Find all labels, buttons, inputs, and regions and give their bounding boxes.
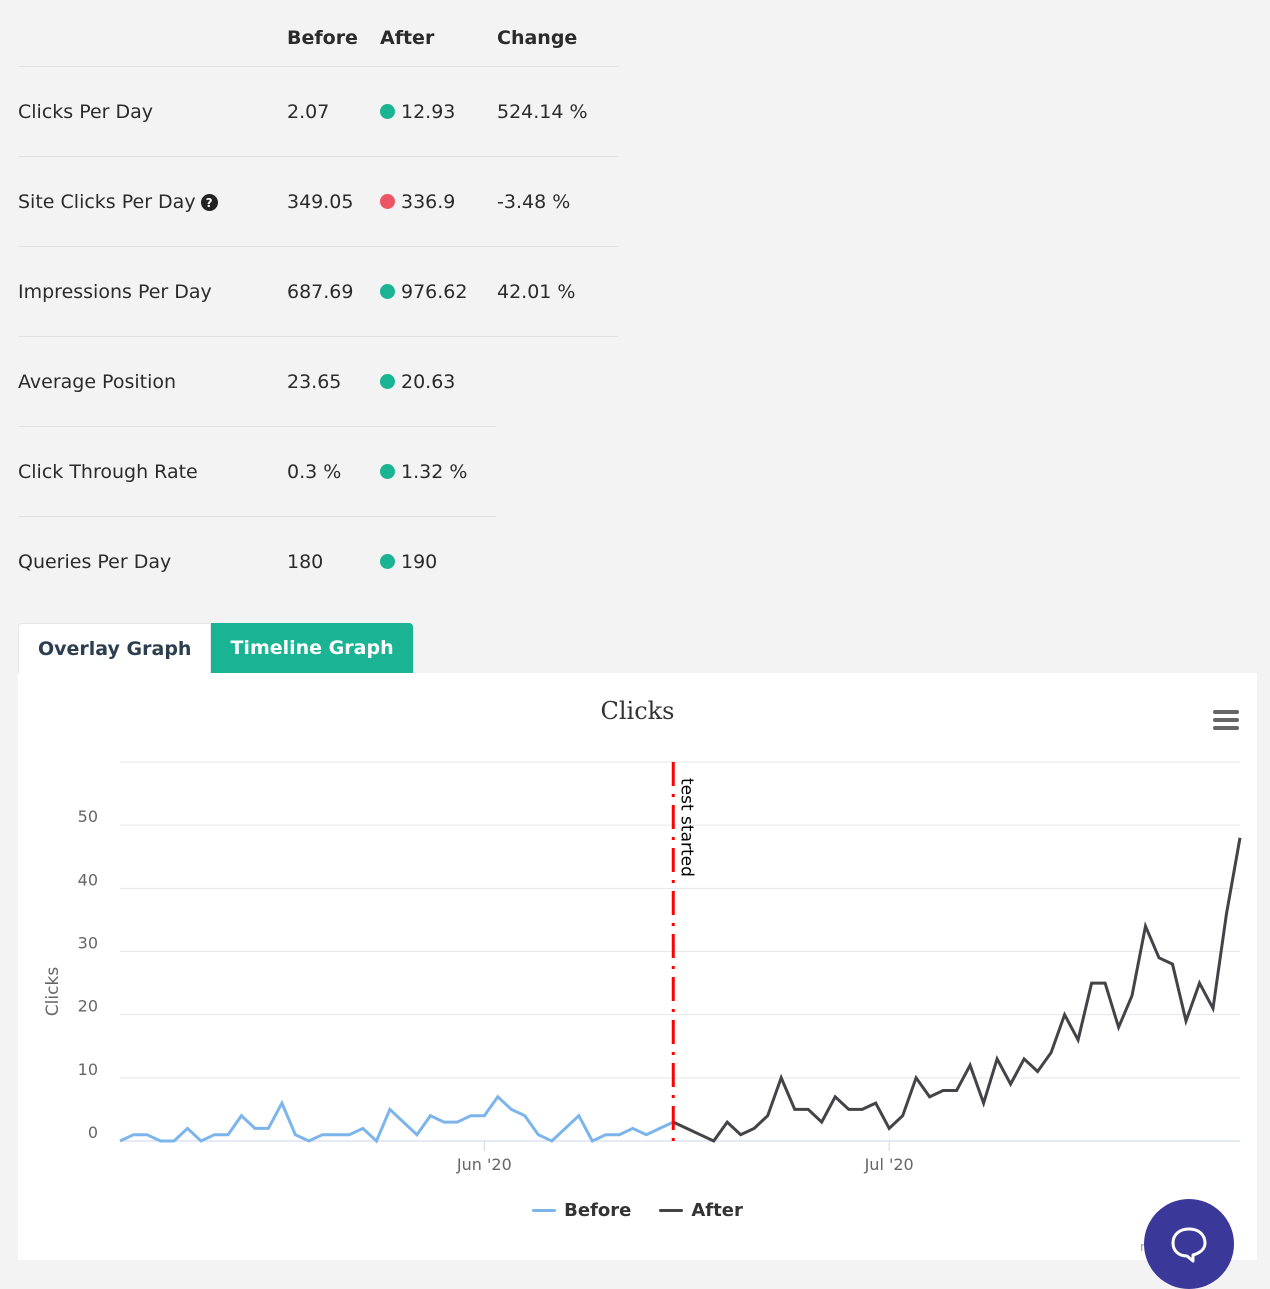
metric-after-value: 20.63 <box>401 371 455 393</box>
metric-label-text: Site Clicks Per Day <box>18 191 196 213</box>
tab-timeline-graph[interactable]: Timeline Graph <box>211 623 412 673</box>
legend-label-before: Before <box>564 1200 631 1221</box>
test-started-label: test started <box>676 778 696 877</box>
metric-change: 42.01 % <box>497 281 576 303</box>
metric-label: Average Position <box>18 371 176 393</box>
y-tick-label: 30 <box>78 934 98 953</box>
metric-after-value: 12.93 <box>401 101 455 123</box>
metric-after: 336.9 <box>380 191 455 213</box>
y-tick-label: 10 <box>78 1060 98 1079</box>
header-before: Before <box>287 27 358 49</box>
y-axis-title: Clicks <box>43 967 63 1017</box>
metric-label: Queries Per Day <box>18 551 171 573</box>
status-dot <box>380 464 395 479</box>
status-dot <box>380 104 395 119</box>
metric-before: 23.65 <box>287 371 341 393</box>
metrics-table: Before After Change Clicks Per Day 2.07 12… <box>18 0 618 606</box>
metric-row: Click Through Rate 0.3 % 1.32 % <box>18 427 496 517</box>
y-tick-label: 40 <box>78 870 98 889</box>
metric-after: 12.93 <box>380 101 455 123</box>
metric-label-text: Clicks Per Day <box>18 101 153 123</box>
tab-overlay-graph[interactable]: Overlay Graph <box>18 623 211 673</box>
metric-row: Queries Per Day 180 190 <box>18 517 496 606</box>
metric-after: 976.62 <box>380 281 467 303</box>
y-tick-label: 50 <box>78 807 98 826</box>
chat-launcher-button[interactable] <box>1144 1199 1234 1289</box>
metric-change: 524.14 % <box>497 101 588 123</box>
status-dot <box>380 284 395 299</box>
metric-label: Clicks Per Day <box>18 101 153 123</box>
series-line-after <box>673 838 1240 1141</box>
metric-before: 687.69 <box>287 281 353 303</box>
y-tick-label: 20 <box>78 997 98 1016</box>
status-dot <box>380 374 395 389</box>
status-dot <box>380 554 395 569</box>
header-after: After <box>380 27 434 49</box>
metric-change: -3.48 % <box>497 191 570 213</box>
speech-bubble-icon <box>1169 1224 1209 1264</box>
metric-label: Impressions Per Day <box>18 281 212 303</box>
question-circle-icon[interactable]: ? <box>201 194 218 211</box>
metric-row: Clicks Per Day 2.07 12.93 524.14 % <box>18 67 618 157</box>
legend-item-after[interactable]: After <box>659 1200 742 1221</box>
status-dot <box>380 194 395 209</box>
metric-before: 180 <box>287 551 323 573</box>
graph-tabs: Overlay Graph Timeline Graph <box>18 623 413 673</box>
legend-item-before[interactable]: Before <box>532 1200 631 1221</box>
metric-label-text: Impressions Per Day <box>18 281 212 303</box>
legend-label-after: After <box>691 1200 742 1221</box>
x-tick-label: Jul '20 <box>864 1155 914 1174</box>
metric-before: 0.3 % <box>287 461 341 483</box>
metric-row: Site Clicks Per Day? 349.05 336.9 -3.48 % <box>18 157 618 247</box>
metrics-header-row: Before After Change <box>18 0 618 67</box>
clicks-chart: Clicks 01020304050ClicksJun '20Jul '20te… <box>18 673 1257 1260</box>
y-tick-label: 0 <box>88 1123 98 1142</box>
legend-swatch-before <box>532 1209 556 1212</box>
chart-legend: Before After <box>18 1200 1257 1221</box>
metric-after: 20.63 <box>380 371 455 393</box>
metric-label-text: Queries Per Day <box>18 551 171 573</box>
metric-label-text: Average Position <box>18 371 176 393</box>
legend-swatch-after <box>659 1209 683 1212</box>
series-line-before <box>120 1097 673 1141</box>
metric-after-value: 976.62 <box>401 281 467 303</box>
metric-after: 190 <box>380 551 437 573</box>
metric-before: 349.05 <box>287 191 353 213</box>
metric-after-value: 1.32 % <box>401 461 467 483</box>
chart-plot-area: 0 10 20 30 40 50 Clicks Jun '20 Jul '20 test star… <box>18 673 1257 1260</box>
metric-row: Impressions Per Day 687.69 976.62 42.01 % <box>18 247 618 337</box>
metric-label: Site Clicks Per Day? <box>18 191 218 213</box>
metric-label: Click Through Rate <box>18 461 198 483</box>
x-tick-label: Jun '20 <box>456 1155 512 1174</box>
header-change: Change <box>497 27 577 49</box>
metric-after-value: 190 <box>401 551 437 573</box>
metric-before: 2.07 <box>287 101 329 123</box>
metric-after-value: 336.9 <box>401 191 455 213</box>
metric-label-text: Click Through Rate <box>18 461 198 483</box>
metric-row: Average Position 23.65 20.63 <box>18 337 496 427</box>
metric-after: 1.32 % <box>380 461 467 483</box>
